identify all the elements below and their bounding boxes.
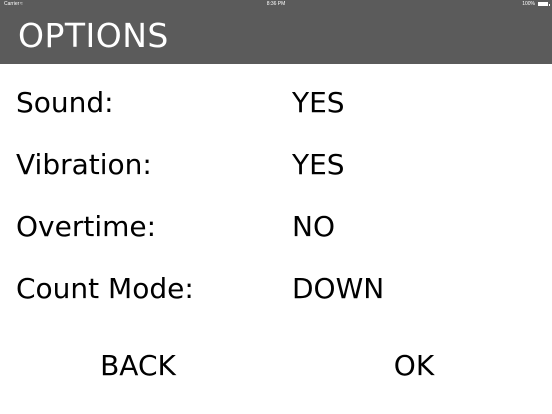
- overtime-value-toggle[interactable]: NO: [292, 207, 335, 247]
- header-bar: OPTIONS: [0, 8, 552, 64]
- option-row-overtime: Overtime: NO: [0, 207, 552, 247]
- option-row-sound: Sound: YES: [0, 83, 552, 123]
- battery-percent: 100%: [522, 1, 535, 7]
- page-title: OPTIONS: [18, 16, 169, 55]
- option-row-vibration: Vibration: YES: [0, 145, 552, 185]
- back-button[interactable]: BACK: [88, 346, 188, 386]
- option-row-count-mode: Count Mode: DOWN: [0, 269, 552, 309]
- status-bar: Carrier ≈ 8:36 PM 100%: [0, 0, 552, 8]
- overtime-label: Overtime:: [16, 210, 157, 243]
- sound-value-toggle[interactable]: YES: [292, 83, 345, 123]
- status-time: 8:36 PM: [266, 1, 286, 7]
- sound-label: Sound:: [16, 86, 114, 119]
- vibration-label: Vibration:: [16, 148, 152, 181]
- vibration-value-toggle[interactable]: YES: [292, 145, 345, 185]
- count-mode-value-toggle[interactable]: DOWN: [292, 269, 384, 309]
- ok-button[interactable]: OK: [384, 346, 444, 386]
- battery-fill: [539, 3, 547, 5]
- battery-icon: [538, 2, 550, 6]
- count-mode-label: Count Mode:: [16, 272, 194, 305]
